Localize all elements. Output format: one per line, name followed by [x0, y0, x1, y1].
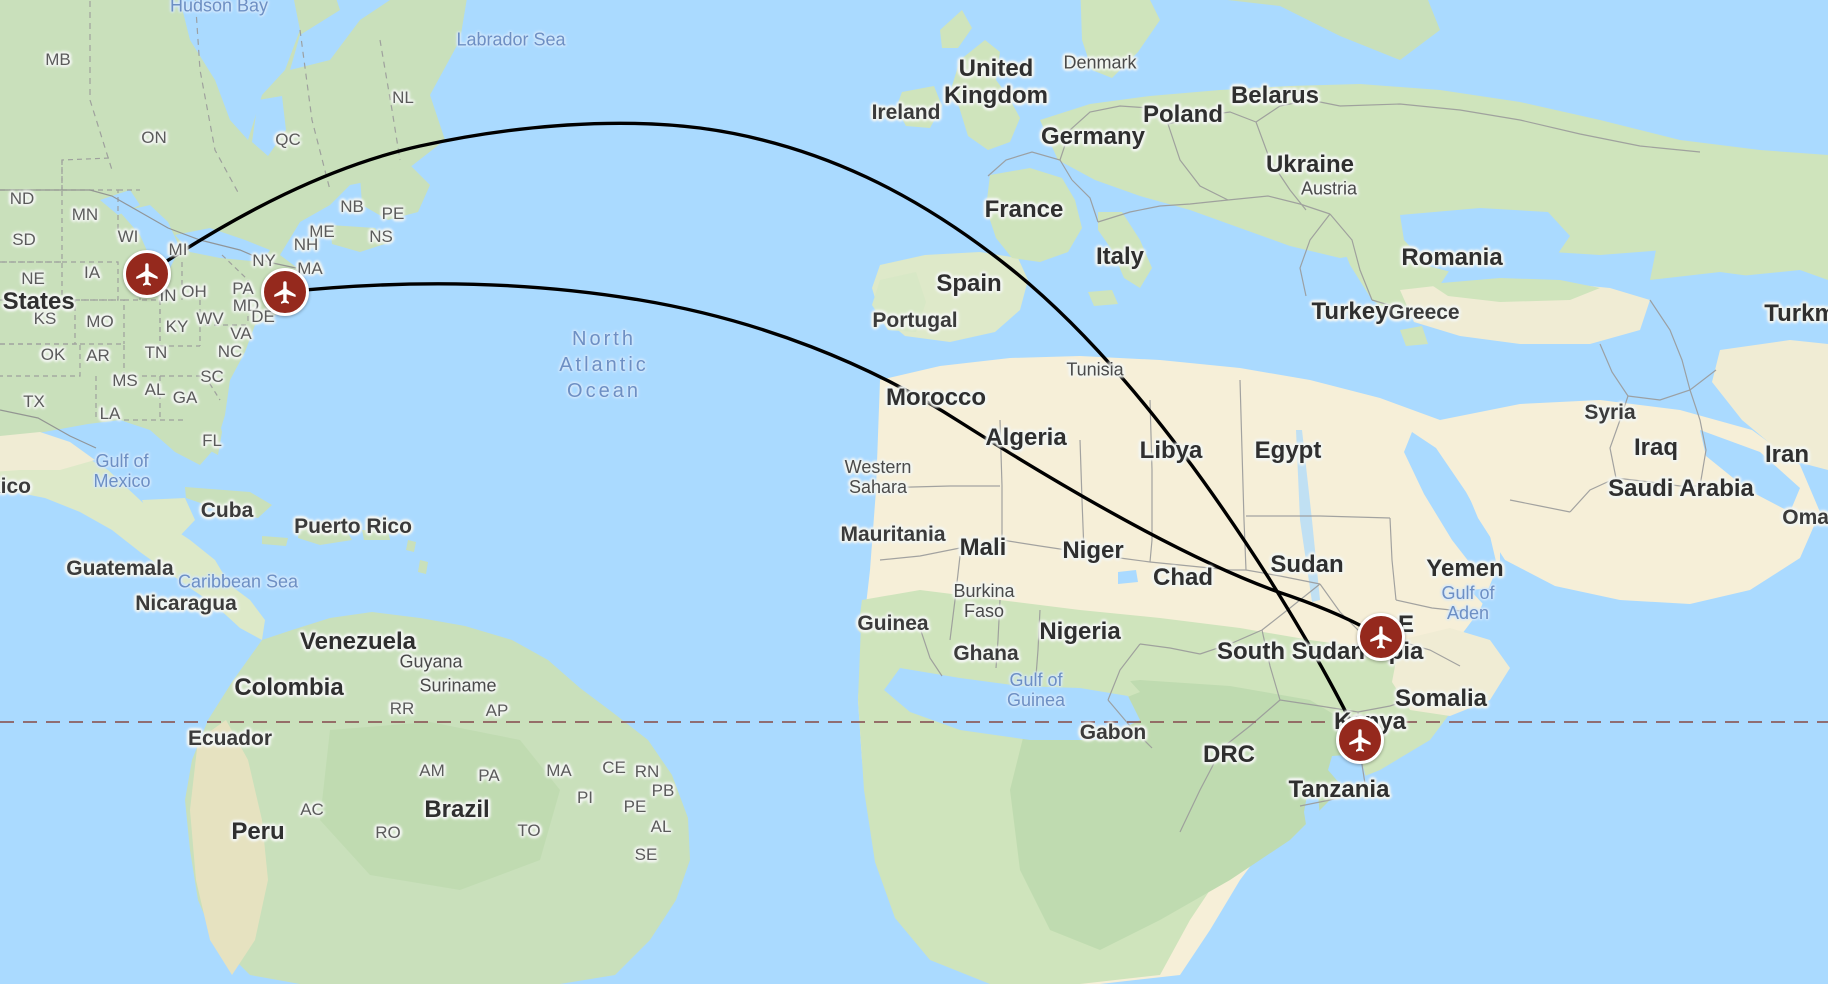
- map-geometry: [0, 0, 1828, 984]
- airplane-icon: [272, 279, 299, 306]
- airplane-icon: [1347, 727, 1374, 754]
- airplane-icon: [1368, 624, 1395, 651]
- airplane-icon: [134, 261, 161, 288]
- map-canvas[interactable]: Hudson Bay Labrador Sea North Atlantic Ocean…: [0, 0, 1828, 984]
- marker-addis-ababa[interactable]: [1357, 613, 1405, 661]
- marker-chicago[interactable]: [123, 250, 171, 298]
- marker-newark[interactable]: [261, 268, 309, 316]
- marker-nairobi[interactable]: [1336, 716, 1384, 764]
